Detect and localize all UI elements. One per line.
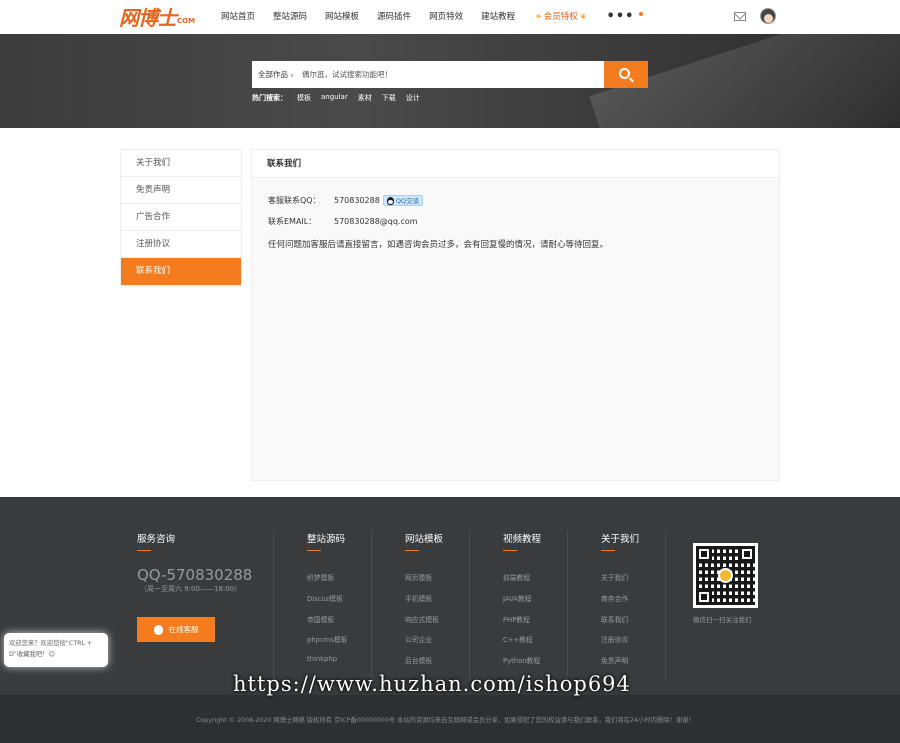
- footer-link[interactable]: C++教程: [503, 634, 533, 644]
- footer: [0, 497, 900, 695]
- footer-link[interactable]: Python教程: [503, 655, 540, 665]
- nav-item-templates[interactable]: 网站模板: [325, 11, 359, 23]
- wechat-qr-code: [693, 543, 758, 608]
- footer-link[interactable]: 公司企业: [405, 634, 432, 644]
- search-icon: [619, 67, 630, 79]
- footer-divider: [567, 531, 568, 681]
- qq-value: 570830288: [334, 196, 380, 205]
- hot-term[interactable]: 设计: [406, 93, 420, 103]
- footer-link[interactable]: phpcms模板: [307, 634, 347, 644]
- chevron-down-icon: ∨: [290, 72, 295, 79]
- site-logo[interactable]: 网博士 COM: [119, 5, 195, 29]
- nav-item-source[interactable]: 整站源码: [273, 11, 307, 23]
- footer-link[interactable]: thinkphp: [307, 655, 337, 663]
- footer-link[interactable]: JAVA教程: [503, 593, 532, 603]
- nav-more-button[interactable]: •••: [607, 10, 635, 23]
- footer-col-title: 关于我们: [601, 531, 639, 551]
- about-sidebar: 关于我们 免责声明 广告合作 注册协议 联系我们: [120, 149, 242, 286]
- footer-link[interactable]: Discuz模板: [307, 593, 343, 603]
- search-input[interactable]: [302, 64, 602, 85]
- footer-link[interactable]: 注册协议: [601, 634, 628, 644]
- search-box: 全部作品 ∨: [252, 61, 648, 88]
- sidebar-item-disclaimer[interactable]: 免责声明: [121, 177, 241, 204]
- main-nav: 网站首页 整站源码 网站模板 源码插件 网页特效 建站教程 ❧ 会员特权 ❦ •…: [221, 10, 644, 23]
- copyright-text: Copyright © 2008-2020 网博士网络 版权所有 京ICP备00…: [196, 717, 695, 724]
- qq-row: 客服联系QQ： 570830288 QQ交谈: [268, 195, 424, 206]
- bookmark-tip: 欢迎您来？欢迎您按“CTRL + D”收藏我吧！☺: [4, 633, 108, 667]
- email-value[interactable]: 570830288@qq.com: [334, 217, 418, 226]
- watermark-url: https://www.huzhan.com/ishop694: [233, 672, 631, 696]
- footer-link[interactable]: 手机模板: [405, 593, 432, 603]
- footer-link[interactable]: 商务合作: [601, 593, 628, 603]
- nav-item-vip[interactable]: ❧ 会员特权 ❦: [533, 11, 588, 23]
- page-title: 联系我们: [252, 150, 779, 178]
- sidebar-item-ads[interactable]: 广告合作: [121, 204, 241, 231]
- footer-service-title: 服务咨询: [137, 531, 175, 551]
- search-banner: 全部作品∨ 热门搜索： 模板 angular 素材 下载 设计: [0, 34, 900, 128]
- hot-searches-label: 热门搜索：: [252, 94, 287, 102]
- footer-hours: （周一至周六 9:00——18:00）: [140, 585, 242, 593]
- qq-icon: [153, 624, 163, 635]
- footer-link[interactable]: 网页模板: [405, 572, 432, 582]
- notification-dot: [639, 12, 644, 16]
- nav-item-tutorials[interactable]: 建站教程: [481, 11, 515, 23]
- footer-divider: [371, 531, 372, 681]
- mail-icon[interactable]: [734, 12, 746, 21]
- hot-term[interactable]: 素材: [358, 93, 372, 103]
- user-avatar[interactable]: [760, 8, 776, 24]
- hot-searches: 热门搜索： 模板 angular 素材 下载 设计: [252, 93, 430, 103]
- vip-label: 会员特权: [543, 12, 578, 22]
- sidebar-item-contact[interactable]: 联系我们: [121, 258, 241, 285]
- qq-chat-label: QQ交谈: [395, 196, 420, 205]
- footer-link[interactable]: 后台模板: [405, 655, 432, 665]
- footer-link[interactable]: 联系我们: [601, 614, 628, 624]
- search-button[interactable]: [604, 61, 648, 88]
- contact-notice: 任何问题加客服后请直接留言，如遇咨询会员过多，会有回复慢的情况，请耐心等待回复。: [268, 240, 609, 250]
- footer-link[interactable]: 帝国模板: [307, 614, 334, 624]
- footer-link[interactable]: 关于我们: [601, 572, 628, 582]
- content-panel: 联系我们 客服联系QQ： 570830288 QQ交谈 联系EMAIL： 570…: [251, 149, 780, 481]
- footer-link[interactable]: 响应式模板: [405, 614, 439, 624]
- sidebar-item-about[interactable]: 关于我们: [121, 150, 241, 177]
- footer-col-title: 整站源码: [307, 531, 345, 551]
- footer-link[interactable]: 前端教程: [503, 572, 530, 582]
- qq-label: 客服联系QQ：: [268, 196, 321, 205]
- wing-left-icon: ❧: [535, 12, 542, 21]
- hot-term[interactable]: angular: [321, 93, 348, 103]
- nav-item-plugins[interactable]: 源码插件: [377, 11, 411, 23]
- search-category-label: 全部作品: [258, 70, 288, 79]
- online-service-label: 在线客服: [168, 625, 199, 634]
- email-row: 联系EMAIL： 570830288@qq.com: [268, 216, 418, 227]
- footer-link[interactable]: PHP教程: [503, 614, 530, 624]
- footer-divider: [273, 531, 274, 681]
- nav-item-home[interactable]: 网站首页: [221, 11, 255, 23]
- qq-chat-button[interactable]: QQ交谈: [382, 195, 424, 206]
- hot-term[interactable]: 下载: [382, 93, 396, 103]
- footer-link[interactable]: 织梦模板: [307, 572, 334, 582]
- top-header: 网博士 COM 网站首页 整站源码 网站模板 源码插件 网页特效 建站教程 ❧ …: [0, 0, 900, 34]
- qr-logo-icon: [718, 568, 733, 583]
- footer-qq-number: QQ-570830288: [137, 566, 253, 584]
- email-label: 联系EMAIL：: [268, 217, 317, 226]
- footer-divider: [665, 531, 666, 681]
- search-category-select[interactable]: 全部作品 ∨: [252, 69, 302, 80]
- footer-divider: [469, 531, 470, 681]
- footer-col-title: 网站模板: [405, 531, 443, 551]
- online-service-button[interactable]: 在线客服: [137, 617, 215, 642]
- qr-caption: 微信扫一扫关注我们: [693, 616, 752, 624]
- logo-text: 网博士: [119, 6, 177, 30]
- footer-col-title: 视频教程: [503, 531, 541, 551]
- nav-item-effects[interactable]: 网页特效: [429, 11, 463, 23]
- footer-link[interactable]: 免责声明: [601, 655, 628, 665]
- hot-term[interactable]: 模板: [297, 93, 311, 103]
- wing-right-icon: ❦: [579, 12, 587, 21]
- qq-penguin-icon: [386, 196, 394, 205]
- sidebar-item-agreement[interactable]: 注册协议: [121, 231, 241, 258]
- logo-domain: COM: [177, 17, 196, 25]
